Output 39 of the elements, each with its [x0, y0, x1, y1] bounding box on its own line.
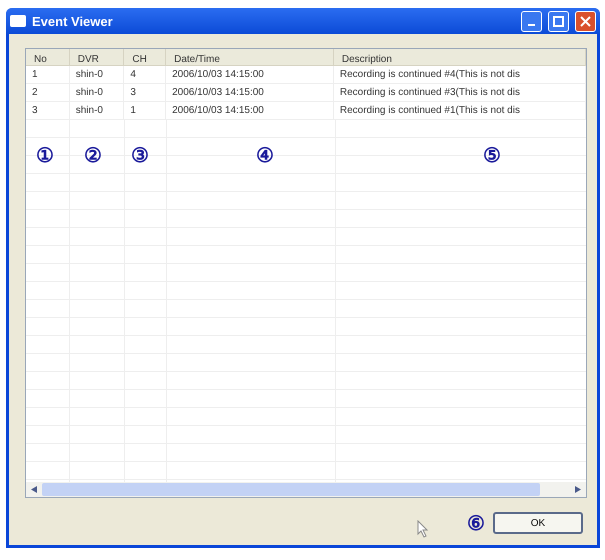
callout-number: ⑤ — [483, 144, 501, 168]
column-header[interactable]: Date/Time — [166, 49, 334, 65]
table-cell: Recording is continued #4(This is not dis — [334, 66, 586, 83]
ok-button[interactable]: OK — [493, 512, 583, 534]
table-cell: 2 — [26, 84, 70, 101]
callout-number: ⑥ — [467, 512, 485, 536]
minimize-button[interactable] — [521, 10, 542, 32]
table-cell: Recording is continued #3(This is not dis — [334, 84, 586, 101]
maximize-icon — [553, 16, 564, 26]
callout-number: ④ — [256, 144, 274, 168]
callout-number: ① — [36, 144, 54, 168]
callout-number: ② — [84, 144, 102, 168]
table-cell: 2006/10/03 14:15:00 — [166, 84, 334, 101]
table-cell: shin-0 — [70, 84, 124, 101]
table-cell: 1 — [26, 66, 70, 83]
maximize-button[interactable] — [548, 10, 569, 32]
table-cell: shin-0 — [70, 66, 124, 83]
table-cell: 1 — [124, 102, 166, 119]
scroll-right-icon[interactable] — [575, 486, 581, 493]
window-title: Event Viewer — [32, 14, 114, 28]
horizontal-scrollbar[interactable] — [26, 482, 586, 497]
table-cell: 2006/10/03 14:15:00 — [166, 66, 334, 83]
callout-number: ③ — [131, 144, 149, 168]
table-cell: 2006/10/03 14:15:00 — [166, 102, 334, 119]
scroll-left-icon[interactable] — [31, 486, 37, 493]
column-header[interactable]: DVR — [70, 49, 124, 65]
window-icon — [10, 15, 26, 27]
column-header[interactable]: Description — [334, 49, 586, 65]
table-cell: 4 — [124, 66, 166, 83]
close-icon — [580, 16, 591, 26]
column-header[interactable]: No — [26, 49, 70, 65]
mouse-cursor-icon — [417, 520, 429, 538]
column-header[interactable]: CH — [124, 49, 166, 65]
minimize-icon — [528, 24, 535, 26]
table-cell: Recording is continued #1(This is not dis — [334, 102, 586, 119]
table-cell: 3 — [26, 102, 70, 119]
table-cell: shin-0 — [70, 102, 124, 119]
close-button[interactable] — [575, 10, 596, 32]
table-cell: 3 — [124, 84, 166, 101]
